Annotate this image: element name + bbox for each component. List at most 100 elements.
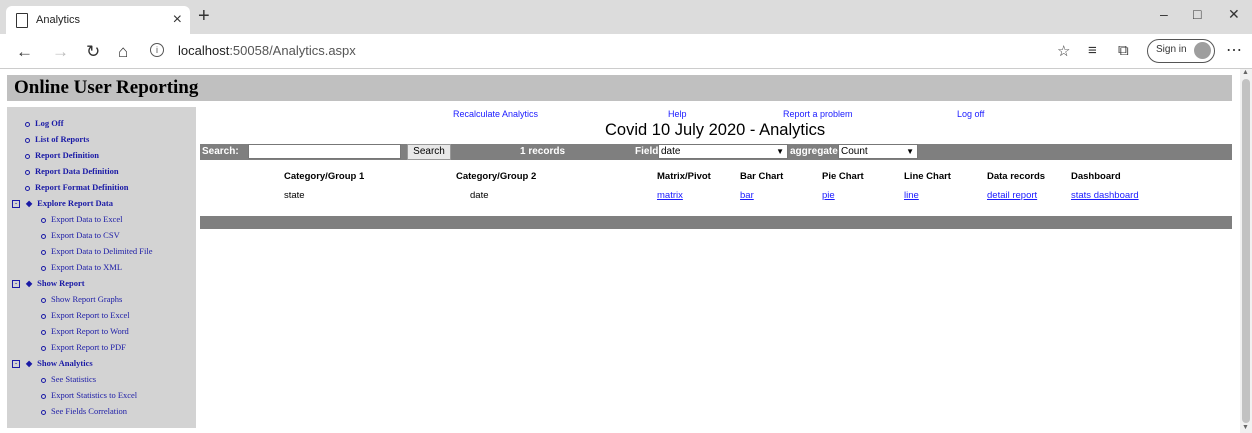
diamond-icon: ◆ bbox=[26, 279, 33, 288]
bullet-icon bbox=[25, 137, 30, 143]
bullet-icon bbox=[41, 409, 46, 415]
favorites-list-icon[interactable]: ≡ bbox=[1088, 42, 1097, 59]
bullet-icon bbox=[41, 313, 46, 319]
sidebar-item-export-report-word[interactable]: Export Report to Word bbox=[41, 326, 129, 336]
sidebar-item-report-data-definition[interactable]: Report Data Definition bbox=[25, 166, 119, 176]
scroll-down-icon[interactable]: ▼ bbox=[1242, 424, 1249, 431]
url-field[interactable]: localhost:50058/Analytics.aspx bbox=[178, 43, 356, 58]
sidebar-item-show-analytics[interactable]: - ◆ Show Analytics bbox=[12, 358, 93, 369]
search-input[interactable] bbox=[248, 144, 401, 159]
search-button[interactable]: Search bbox=[407, 144, 451, 160]
bullet-icon bbox=[25, 121, 30, 127]
sidebar-item-export-report-pdf[interactable]: Export Report to PDF bbox=[41, 342, 126, 352]
sidebar-item-export-data-delimited[interactable]: Export Data to Delimited File bbox=[41, 246, 153, 256]
home-icon[interactable]: ⌂ bbox=[118, 42, 128, 62]
back-icon[interactable]: ← bbox=[16, 42, 33, 62]
help-link[interactable]: Help bbox=[668, 109, 687, 119]
bar-link[interactable]: bar bbox=[740, 190, 754, 201]
bullet-icon bbox=[25, 153, 30, 159]
col-header-group2: Category/Group 2 bbox=[456, 171, 537, 182]
vertical-scrollbar[interactable]: ▲ ▼ bbox=[1240, 69, 1252, 433]
new-tab-icon[interactable]: + bbox=[198, 5, 210, 28]
col-header-data-records: Data records bbox=[987, 171, 1046, 182]
log-off-link[interactable]: Log off bbox=[957, 109, 984, 119]
avatar-icon bbox=[1194, 42, 1211, 59]
sidebar: Log Off List of Reports Report Definitio… bbox=[7, 107, 196, 428]
diamond-icon: ◆ bbox=[26, 199, 33, 208]
report-problem-link[interactable]: Report a problem bbox=[783, 109, 853, 119]
collapse-icon[interactable]: - bbox=[12, 200, 20, 209]
tab-title: Analytics bbox=[36, 14, 81, 26]
aggregate-select[interactable]: Count ▼ bbox=[838, 144, 918, 159]
bullet-icon bbox=[41, 393, 46, 399]
page-icon bbox=[16, 13, 28, 28]
collapse-icon[interactable]: - bbox=[12, 360, 20, 369]
close-tab-icon[interactable]: × bbox=[173, 11, 182, 29]
col-header-line-chart: Line Chart bbox=[904, 171, 951, 182]
sidebar-item-export-data-csv[interactable]: Export Data to CSV bbox=[41, 230, 120, 240]
field-select[interactable]: date ▼ bbox=[658, 144, 788, 159]
page-content: Online User Reporting Log Off List of Re… bbox=[7, 75, 1232, 433]
table-footer-bar bbox=[200, 216, 1232, 229]
header-bar: Online User Reporting bbox=[7, 75, 1232, 101]
cell-group2: date bbox=[470, 190, 489, 201]
sign-in-button[interactable]: Sign in bbox=[1147, 39, 1215, 63]
col-header-pie-chart: Pie Chart bbox=[822, 171, 864, 182]
line-link[interactable]: line bbox=[904, 190, 919, 201]
cell-group1: state bbox=[284, 190, 305, 201]
records-count: 1 records bbox=[520, 146, 566, 157]
bullet-icon bbox=[41, 297, 46, 303]
forward-icon[interactable]: → bbox=[52, 42, 69, 62]
sidebar-item-log-off[interactable]: Log Off bbox=[25, 118, 64, 128]
sidebar-item-export-statistics-excel[interactable]: Export Statistics to Excel bbox=[41, 390, 137, 400]
sidebar-item-export-data-excel[interactable]: Export Data to Excel bbox=[41, 214, 123, 224]
sidebar-item-report-format-definition[interactable]: Report Format Definition bbox=[25, 182, 128, 192]
browser-tab-bar: Analytics × + – □ ✕ bbox=[0, 0, 1252, 34]
close-window-icon[interactable]: ✕ bbox=[1228, 6, 1240, 23]
recalculate-analytics-link[interactable]: Recalculate Analytics bbox=[453, 109, 538, 119]
sidebar-item-see-fields-correlation[interactable]: See Fields Correlation bbox=[41, 406, 127, 416]
favorite-star-icon[interactable]: ☆ bbox=[1057, 42, 1070, 60]
scroll-thumb[interactable] bbox=[1242, 79, 1250, 423]
sidebar-item-list-of-reports[interactable]: List of Reports bbox=[25, 134, 89, 144]
search-bar: Search: Search 1 records Field date ▼ agg… bbox=[200, 144, 1232, 160]
collapse-icon[interactable]: - bbox=[12, 280, 20, 289]
bullet-icon bbox=[41, 249, 46, 255]
bullet-icon bbox=[41, 345, 46, 351]
site-info-icon[interactable]: i bbox=[150, 43, 164, 57]
sidebar-item-report-definition[interactable]: Report Definition bbox=[25, 150, 99, 160]
pie-link[interactable]: pie bbox=[822, 190, 835, 201]
bullet-icon bbox=[41, 377, 46, 383]
sidebar-item-export-report-excel[interactable]: Export Report to Excel bbox=[41, 310, 130, 320]
bullet-icon bbox=[25, 169, 30, 175]
bullet-icon bbox=[41, 217, 46, 223]
sidebar-item-show-report[interactable]: - ◆ Show Report bbox=[12, 278, 85, 289]
scroll-up-icon[interactable]: ▲ bbox=[1242, 69, 1249, 76]
maximize-icon[interactable]: □ bbox=[1193, 6, 1201, 22]
chevron-down-icon: ▼ bbox=[906, 147, 914, 156]
col-header-matrix: Matrix/Pivot bbox=[657, 171, 711, 182]
sidebar-item-see-statistics[interactable]: See Statistics bbox=[41, 374, 96, 384]
sidebar-item-show-report-graphs[interactable]: Show Report Graphs bbox=[41, 294, 122, 304]
address-bar: ← → ↻ ⌂ i localhost:50058/Analytics.aspx… bbox=[0, 34, 1252, 69]
sidebar-item-explore-report-data[interactable]: - ◆ Explore Report Data bbox=[12, 198, 113, 209]
minimize-icon[interactable]: – bbox=[1160, 6, 1168, 22]
bullet-icon bbox=[25, 185, 30, 191]
col-header-dashboard: Dashboard bbox=[1071, 171, 1121, 182]
matrix-link[interactable]: matrix bbox=[657, 190, 683, 201]
sidebar-item-export-data-xml[interactable]: Export Data to XML bbox=[41, 262, 122, 272]
bullet-icon bbox=[41, 329, 46, 335]
more-icon[interactable]: ⋯ bbox=[1226, 40, 1242, 60]
collections-icon[interactable]: ⧉ bbox=[1118, 42, 1129, 59]
search-label: Search: bbox=[202, 146, 239, 157]
refresh-icon[interactable]: ↻ bbox=[86, 42, 100, 62]
field-label: Field bbox=[635, 146, 659, 157]
browser-tab[interactable]: Analytics × bbox=[6, 6, 190, 34]
diamond-icon: ◆ bbox=[26, 359, 33, 368]
page-title: Online User Reporting bbox=[14, 77, 199, 98]
stats-dashboard-link[interactable]: stats dashboard bbox=[1071, 190, 1139, 201]
analytics-title: Covid 10 July 2020 - Analytics bbox=[605, 121, 826, 139]
col-header-bar-chart: Bar Chart bbox=[740, 171, 784, 182]
bullet-icon bbox=[41, 233, 46, 239]
detail-report-link[interactable]: detail report bbox=[987, 190, 1037, 201]
